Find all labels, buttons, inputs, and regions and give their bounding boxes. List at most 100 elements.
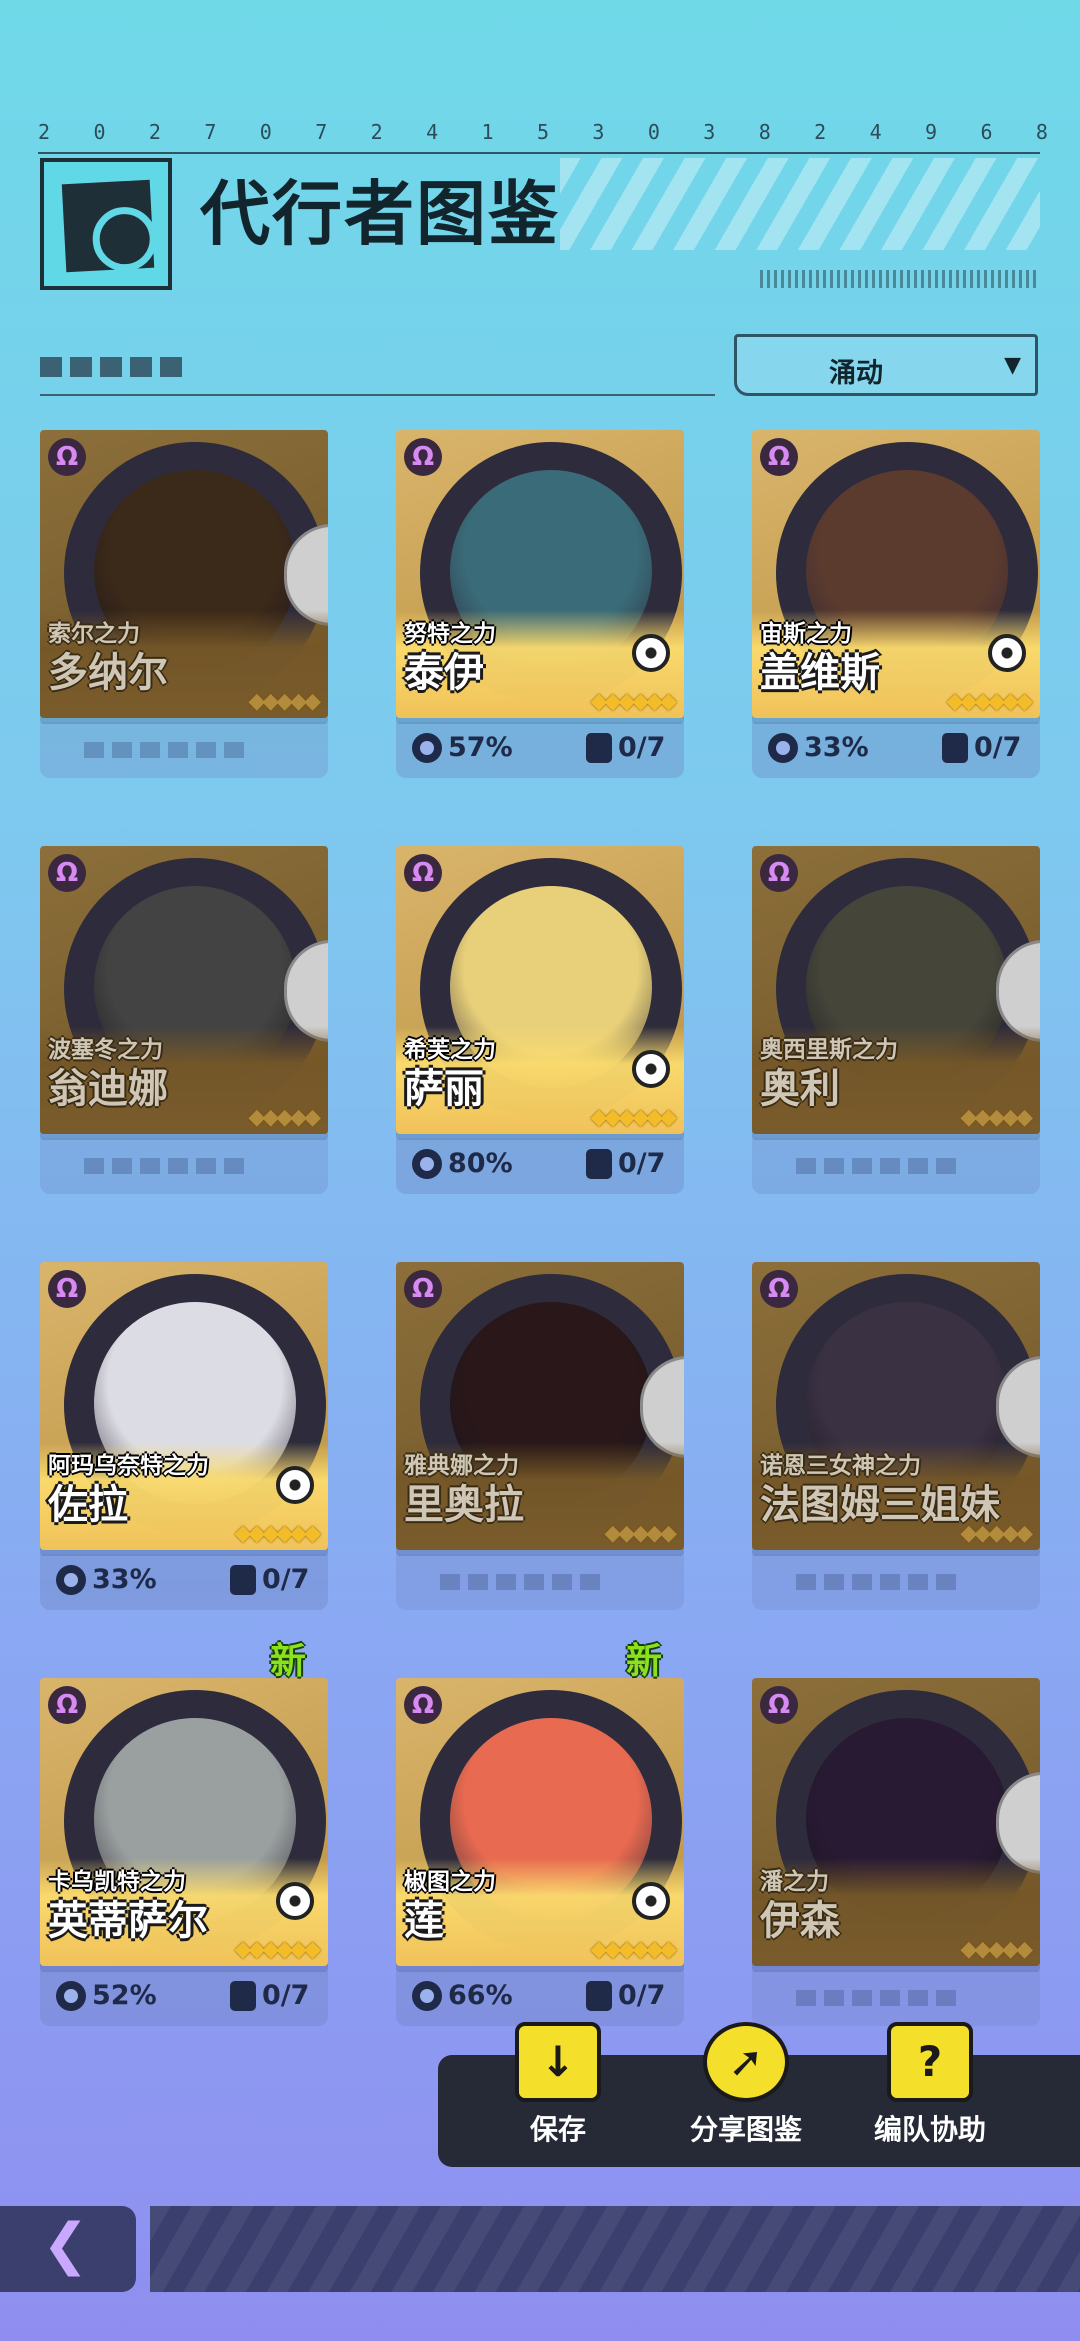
relic-stat: 0/7 xyxy=(586,1148,665,1179)
character-card[interactable]: Ω 奥西里斯之力 奥利 ◆◆◆◆◆ xyxy=(752,846,1040,1134)
block xyxy=(70,357,92,377)
relic-icon xyxy=(586,1148,612,1179)
progress-icon xyxy=(412,1148,442,1179)
character-name: 伊森 xyxy=(760,1898,840,1944)
pokeball-icon xyxy=(276,1466,314,1504)
relic-value: 0/7 xyxy=(262,1980,310,2011)
progress-stat: 33% xyxy=(56,1564,157,1595)
placeholder-dots xyxy=(796,1158,956,1174)
character-name: 泰伊 xyxy=(404,650,484,696)
star-rating: ◆◆◆◆◆◆ xyxy=(590,689,676,714)
digit: 2 xyxy=(38,120,51,144)
star-rating: ◆◆◆◆◆◆ xyxy=(590,1105,676,1130)
team-assist-button[interactable]: ? 编队协助 xyxy=(850,2022,1010,2148)
relic-value: 0/7 xyxy=(618,732,666,763)
character-card[interactable]: Ω 阿玛乌奈特之力 佐拉 ◆◆◆◆◆◆ xyxy=(40,1262,328,1550)
omega-icon: Ω xyxy=(48,854,86,892)
digit: 8 xyxy=(1035,120,1048,144)
character-card[interactable]: Ω 潘之力 伊森 ◆◆◆◆◆ xyxy=(752,1678,1040,1966)
digit: 8 xyxy=(758,120,771,144)
character-stats: 80% 0/7 xyxy=(396,1138,684,1194)
character-card[interactable]: Ω 诺恩三女神之力 法图姆三姐妹 ◆◆◆◆◆ xyxy=(752,1262,1040,1550)
star-rating: ◆◆◆◆◆ xyxy=(960,1105,1033,1130)
folder-download-icon: ↓ xyxy=(515,2022,601,2102)
placeholder-dots xyxy=(84,742,244,758)
progress-icon xyxy=(56,1980,86,2011)
pokeball-icon xyxy=(632,1882,670,1920)
placeholder-dots xyxy=(796,1574,956,1590)
character-card[interactable]: Ω 希芙之力 萨丽 ◆◆◆◆◆◆ xyxy=(396,846,684,1134)
character-card[interactable]: Ω 宙斯之力 盖维斯 ◆◆◆◆◆◆ xyxy=(752,430,1040,718)
star-rating: ◆◆◆◆◆◆ xyxy=(234,1937,320,1962)
omega-icon: Ω xyxy=(404,1686,442,1724)
digit: 0 xyxy=(259,120,272,144)
locked-stats-placeholder xyxy=(752,1554,1040,1610)
relic-stat: 0/7 xyxy=(230,1980,309,2011)
digit: 4 xyxy=(869,120,882,144)
relic-value: 0/7 xyxy=(618,1148,666,1179)
digit: 2 xyxy=(370,120,383,144)
omega-icon: Ω xyxy=(404,1270,442,1308)
omega-icon: Ω xyxy=(48,1270,86,1308)
pokeball-icon xyxy=(632,634,670,672)
character-stats: 66% 0/7 xyxy=(396,1970,684,2026)
digit: 5 xyxy=(536,120,549,144)
character-name: 翁迪娜 xyxy=(48,1066,168,1112)
relic-icon xyxy=(586,732,612,763)
codex-logo-icon xyxy=(40,158,172,290)
character-card[interactable]: Ω 波塞冬之力 翁迪娜 ◆◆◆◆◆ xyxy=(40,846,328,1134)
progress-icon xyxy=(412,1980,442,2011)
page-title: 代行者图鉴 xyxy=(200,173,560,255)
dropdown-arrow-icon: ▼ xyxy=(1004,353,1021,378)
locked-stats-placeholder xyxy=(40,722,328,778)
omega-icon: Ω xyxy=(48,438,86,476)
header-stripes xyxy=(560,158,1040,250)
new-badge: 新 xyxy=(270,1641,307,1682)
save-button[interactable]: ↓ 保存 xyxy=(478,2022,638,2148)
progress-stat: 66% xyxy=(412,1980,513,2011)
filter-dropdown[interactable]: 涌动 ▼ xyxy=(734,334,1038,396)
block xyxy=(100,357,122,377)
relic-value: 0/7 xyxy=(262,1564,310,1595)
relic-icon xyxy=(230,1980,256,2011)
character-name: 佐拉 xyxy=(48,1482,128,1528)
character-name: 多纳尔 xyxy=(48,650,168,696)
omega-icon: Ω xyxy=(760,854,798,892)
progress-value: 80% xyxy=(448,1148,513,1179)
character-stats: 33% 0/7 xyxy=(40,1554,328,1610)
logo-ring xyxy=(91,205,159,273)
block xyxy=(40,357,62,377)
relic-stat: 0/7 xyxy=(942,732,1021,763)
pokeball-icon xyxy=(632,1050,670,1088)
character-stats: 33% 0/7 xyxy=(752,722,1040,778)
relic-value: 0/7 xyxy=(974,732,1022,763)
character-card[interactable]: Ω 椒图之力莲 ◆◆◆◆◆◆ xyxy=(396,1678,684,1966)
star-rating: ◆◆◆◆◆ xyxy=(960,1937,1033,1962)
star-rating: ◆◆◆◆◆ xyxy=(248,689,321,714)
filter-divider xyxy=(40,394,715,396)
share-codex-button[interactable]: ➚ 分享图鉴 xyxy=(666,2022,826,2148)
character-stats: 57% 0/7 xyxy=(396,722,684,778)
progress-value: 33% xyxy=(804,732,869,763)
character-name: 莲 xyxy=(404,1898,444,1944)
back-button[interactable]: ❮ xyxy=(0,2206,136,2292)
character-card[interactable]: Ω 努特之力 泰伊 ◆◆◆◆◆◆ xyxy=(396,430,684,718)
placeholder-dots xyxy=(796,1990,956,2006)
decorative-blocks xyxy=(40,357,182,377)
pokeball-icon xyxy=(276,1882,314,1920)
new-badge: 新 xyxy=(626,1641,663,1682)
character-name: 里奥拉 xyxy=(404,1482,524,1528)
block xyxy=(130,357,152,377)
omega-icon: Ω xyxy=(760,1686,798,1724)
relic-stat: 0/7 xyxy=(586,732,665,763)
character-card[interactable]: Ω 卡乌凯特之力 英蒂萨尔 ◆◆◆◆◆◆ xyxy=(40,1678,328,1966)
character-card[interactable]: Ω 雅典娜之力 里奥拉 ◆◆◆◆◆ xyxy=(396,1262,684,1550)
character-card[interactable]: Ω 索尔之力 多纳尔 ◆◆◆◆◆ xyxy=(40,430,328,718)
locked-stats-placeholder xyxy=(396,1554,684,1610)
omega-icon: Ω xyxy=(760,438,798,476)
header-divider xyxy=(38,152,1040,154)
star-rating: ◆◆◆◆◆ xyxy=(248,1105,321,1130)
progress-icon xyxy=(56,1564,86,1595)
omega-icon: Ω xyxy=(404,438,442,476)
omega-icon: Ω xyxy=(48,1686,86,1724)
